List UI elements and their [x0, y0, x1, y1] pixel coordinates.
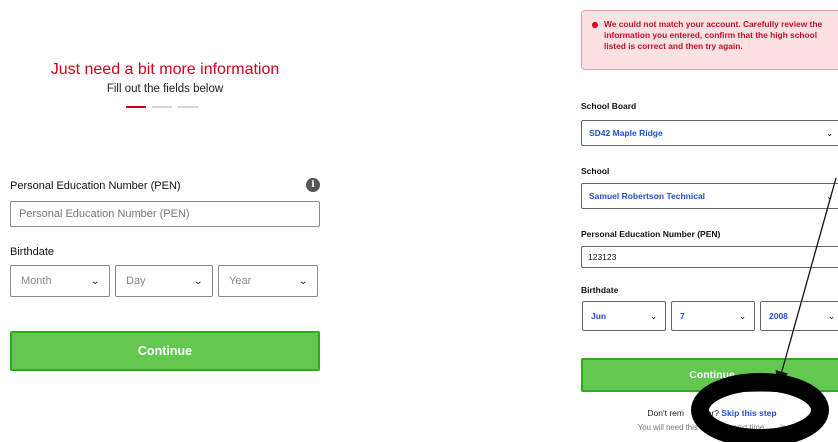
pen-input[interactable] — [10, 201, 320, 227]
school-board-select[interactable]: SD42 Maple Ridge ⌄ — [581, 120, 838, 146]
progress-step-1 — [126, 106, 146, 108]
school-value: Samuel Robertson Technical — [589, 191, 706, 201]
skip-this-step-link[interactable]: Skip this step — [721, 408, 776, 418]
chevron-down-icon: ⌄ — [297, 275, 308, 287]
year-select[interactable]: Year ⌄ — [218, 265, 318, 297]
error-message: We could not match your account. Careful… — [604, 19, 823, 51]
dont-remember-text: Don't rem ber? Skip this step — [581, 408, 838, 418]
day-placeholder: Day — [126, 275, 146, 287]
chevron-down-icon: ⌄ — [826, 191, 833, 201]
progress-step-2 — [152, 106, 172, 108]
chevron-down-icon: ⌄ — [739, 311, 746, 321]
pen-label: Personal Education Number (PEN) — [10, 180, 181, 192]
you-need-part1: You will need this in — [637, 423, 706, 432]
pen-input-filled[interactable]: 123123 — [581, 246, 838, 268]
pen-label-right: Personal Education Number (PEN) — [581, 229, 721, 239]
day-select[interactable]: Day ⌄ — [115, 265, 213, 297]
chevron-down-icon: ⌄ — [828, 311, 835, 321]
chevron-down-icon: ⌄ — [650, 311, 657, 321]
school-select[interactable]: Samuel Robertson Technical ⌄ — [581, 183, 838, 209]
school-board-label: School Board — [581, 101, 637, 111]
error-dot-icon — [592, 22, 598, 28]
month-select[interactable]: Month ⌄ — [10, 265, 110, 297]
dont-remember-part1: Don't rem — [647, 408, 684, 418]
error-alert: We could not match your account. Careful… — [581, 10, 838, 70]
page-heading: Just need a bit more information — [50, 61, 280, 78]
progress-step-3 — [178, 106, 198, 108]
year-select-filled[interactable]: 2008 ⌄ — [760, 301, 838, 331]
progress-indicator — [126, 106, 198, 108]
school-label: School — [581, 166, 610, 176]
continue-button[interactable]: Continue — [10, 331, 320, 371]
school-board-value: SD42 Maple Ridge — [589, 128, 663, 138]
chevron-down-icon: ⌄ — [826, 128, 833, 138]
birthdate-label: Birthdate — [10, 246, 55, 258]
year-placeholder: Year — [229, 275, 252, 287]
dont-remember-part2: ber? — [701, 408, 722, 418]
info-icon[interactable]: i — [306, 178, 320, 192]
you-need-text: You will need this in ion next time in — [581, 423, 838, 432]
continue-button-right[interactable]: Continue — [581, 358, 838, 392]
month-placeholder: Month — [21, 275, 52, 287]
year-value: 2008 — [769, 311, 788, 321]
day-select-filled[interactable]: 7 ⌄ — [671, 301, 755, 331]
month-value: Jun — [591, 311, 607, 321]
month-select-filled[interactable]: Jun ⌄ — [582, 301, 666, 331]
birthdate-label-right: Birthdate — [581, 285, 619, 295]
day-value: 7 — [680, 311, 685, 321]
chevron-down-icon: ⌄ — [192, 275, 203, 287]
page-subheading: Fill out the fields below — [106, 83, 224, 95]
you-need-part2: ion next time — [719, 423, 765, 432]
chevron-down-icon: ⌄ — [89, 275, 100, 287]
you-need-part3: in — [780, 423, 787, 432]
